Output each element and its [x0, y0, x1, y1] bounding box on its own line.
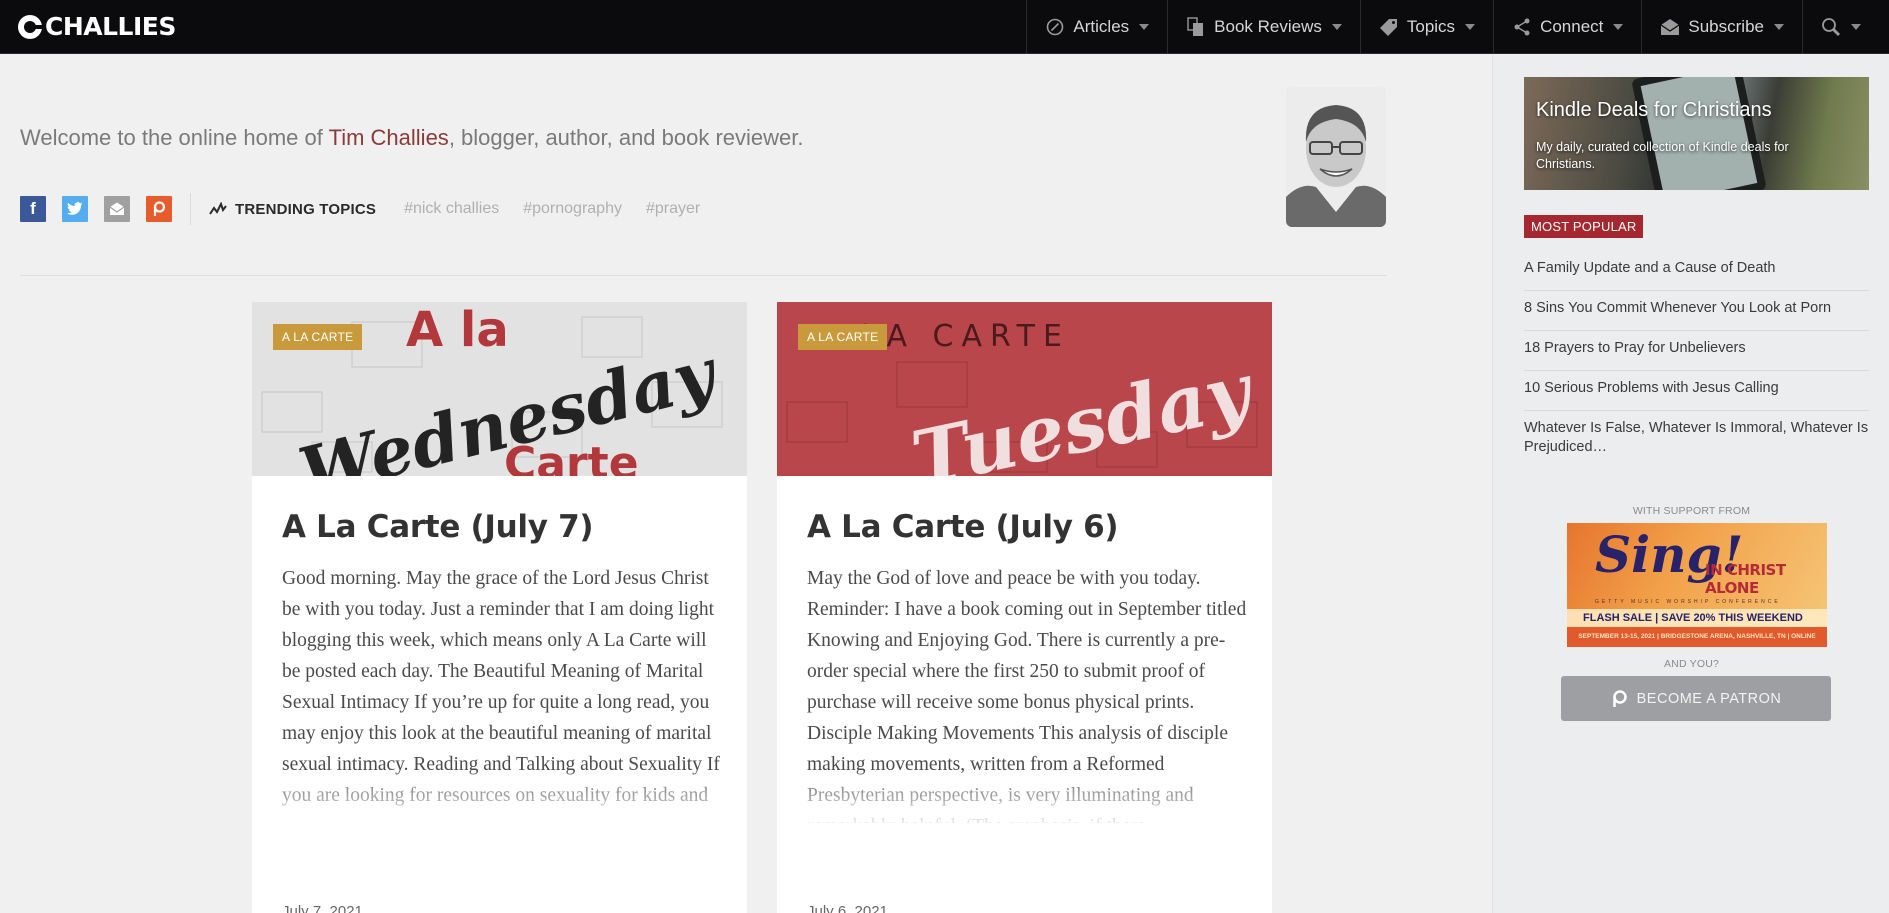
facebook-icon[interactable]: f: [20, 196, 46, 222]
post-title[interactable]: A La Carte (July 6): [807, 509, 1119, 545]
sponsor-dates: SEPTEMBER 13-15, 2021 | BRIDGESTONE AREN…: [1567, 627, 1827, 647]
kindle-deals-subtitle: My daily, curated collection of Kindle d…: [1536, 140, 1789, 171]
welcome-prefix: Welcome to the online home of: [20, 125, 329, 150]
become-a-patron-button[interactable]: BECOME A PATRON: [1561, 676, 1831, 721]
trending-tag[interactable]: #nick challies: [404, 200, 499, 218]
share-icon: [1512, 17, 1532, 37]
popular-post-link[interactable]: A Family Update and a Cause of Death: [1524, 251, 1869, 291]
search-toggle[interactable]: [1802, 0, 1889, 54]
challies-logo-icon: [18, 14, 44, 39]
kindle-deals-title: Kindle Deals for Christians: [1536, 99, 1772, 121]
nav-subscribe-label: Subscribe: [1688, 17, 1764, 36]
trending-label-text: TRENDING TOPICS: [235, 200, 377, 218]
post-date: July 7, 2021: [282, 903, 363, 913]
search-icon: [1821, 17, 1841, 37]
popular-post-link[interactable]: 10 Serious Problems with Jesus Calling: [1524, 371, 1869, 411]
sponsor-conference: GETTY MUSIC WORSHIP CONFERENCE: [1595, 599, 1781, 605]
welcome-text: Welcome to the online home of Tim Challi…: [20, 125, 804, 151]
compass-icon: [1045, 17, 1065, 37]
header-divider: [20, 275, 1386, 276]
post-thumbnail[interactable]: A LA CARTE Tuesday A LA CARTE: [777, 302, 1272, 476]
kindle-deals-banner[interactable]: Kindle Deals for Christians My daily, cu…: [1524, 77, 1869, 190]
nav-articles[interactable]: Articles: [1026, 0, 1167, 54]
social-and-trending-row: f TRENDING TOPICS #nick challies #pornog…: [20, 193, 724, 225]
patreon-icon[interactable]: [146, 196, 172, 222]
trending-topics-label: TRENDING TOPICS: [209, 201, 376, 218]
books-icon: [1186, 17, 1206, 37]
image-text-bottom: Carte: [504, 438, 639, 476]
kindle-reader-image: [1631, 77, 1767, 190]
chevron-down-icon: [1851, 24, 1861, 30]
post-card[interactable]: A LA CARTE Tuesday A LA CARTE A La Carte…: [777, 302, 1272, 913]
image-text-top: A la: [406, 302, 509, 358]
nav-topics-label: Topics: [1406, 17, 1456, 36]
main-content: Welcome to the online home of Tim Challi…: [0, 55, 1492, 913]
tag-icon: [1379, 17, 1399, 37]
email-icon[interactable]: [104, 196, 130, 222]
nav-connect[interactable]: Connect: [1493, 0, 1641, 54]
main-nav: Articles Book Reviews Topics Connect Sub…: [1026, 0, 1889, 54]
author-portrait[interactable]: [1286, 87, 1386, 227]
trend-line-icon: [209, 202, 227, 215]
envelope-icon: [1660, 17, 1680, 37]
welcome-suffix: , blogger, author, and book reviewer.: [448, 125, 804, 150]
post-title[interactable]: A La Carte (July 7): [282, 509, 594, 545]
popular-post-link[interactable]: Whatever Is False, Whatever Is Immoral, …: [1524, 411, 1869, 469]
author-link[interactable]: Tim Challies: [329, 125, 449, 150]
patron-button-label: BECOME A PATRON: [1636, 690, 1782, 707]
nav-subscribe[interactable]: Subscribe: [1641, 0, 1802, 54]
category-badge[interactable]: A LA CARTE: [273, 324, 363, 350]
popular-post-link[interactable]: 8 Sins You Commit Whenever You Look at P…: [1524, 291, 1869, 331]
chevron-down-icon: [1774, 24, 1784, 30]
nav-book-reviews[interactable]: Book Reviews: [1167, 0, 1360, 54]
post-date: July 6, 2021: [807, 903, 888, 913]
post-thumbnail[interactable]: A la Wednesday Carte A LA CARTE: [252, 302, 747, 476]
most-popular-list: A Family Update and a Cause of Death 8 S…: [1524, 251, 1869, 469]
chevron-down-icon: [1331, 24, 1342, 30]
trending-tag[interactable]: #pornography: [523, 200, 622, 218]
nav-topics[interactable]: Topics: [1359, 0, 1493, 54]
trending-tag[interactable]: #prayer: [646, 200, 700, 218]
site-logo[interactable]: CHALLIES: [18, 12, 176, 41]
excerpt-fade: [252, 772, 747, 842]
excerpt-fade: [777, 772, 1272, 842]
patreon-icon: [1612, 689, 1627, 707]
sponsor-subtitle: IN CHRIST ALONE: [1705, 561, 1786, 597]
chevron-down-icon: [1139, 24, 1150, 30]
chevron-down-icon: [1613, 24, 1624, 30]
nav-book-reviews-label: Book Reviews: [1214, 17, 1322, 36]
popular-post-link[interactable]: 18 Prayers to Pray for Unbelievers: [1524, 331, 1869, 371]
nav-articles-label: Articles: [1073, 17, 1130, 36]
post-card[interactable]: A la Wednesday Carte A LA CARTE A La Car…: [252, 302, 747, 913]
with-support-from-label: WITH SUPPORT FROM: [1632, 505, 1751, 517]
logo-text: CHALLIES: [45, 12, 176, 41]
chevron-down-icon: [1465, 24, 1476, 30]
nav-connect-label: Connect: [1540, 17, 1604, 36]
and-you-label: AND YOU?: [1663, 658, 1720, 670]
category-badge[interactable]: A LA CARTE: [798, 324, 888, 350]
most-popular-label: MOST POPULAR: [1524, 215, 1644, 238]
divider: [190, 193, 191, 225]
twitter-icon[interactable]: [62, 196, 88, 222]
top-navigation-bar: CHALLIES Articles Book Reviews Topics Co…: [0, 0, 1889, 54]
sponsor-banner[interactable]: Sing! IN CHRIST ALONE GETTY MUSIC WORSHI…: [1567, 523, 1827, 647]
sponsor-flash-sale: FLASH SALE | SAVE 20% THIS WEEKEND ONLY: [1567, 609, 1827, 642]
sidebar: Kindle Deals for Christians My daily, cu…: [1492, 55, 1889, 913]
